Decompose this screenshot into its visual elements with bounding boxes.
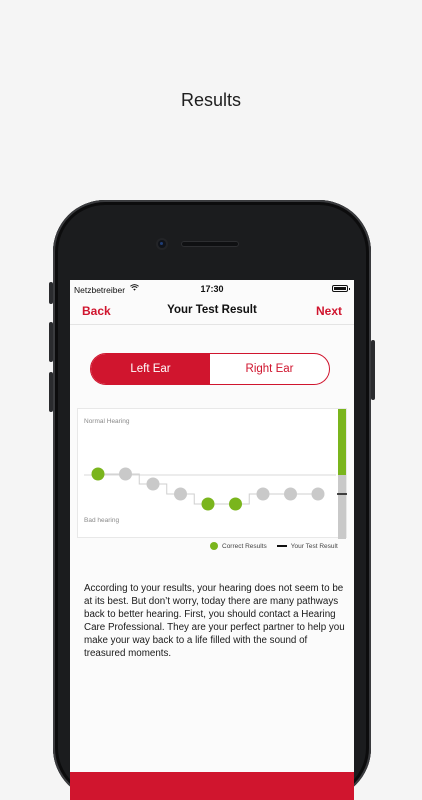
earpiece-speaker xyxy=(181,241,239,247)
chart-legend: Correct Results Your Test Result xyxy=(210,542,338,550)
result-point-6 xyxy=(229,497,242,511)
result-point-3 xyxy=(146,477,160,491)
page-caption: Results xyxy=(180,90,242,110)
front-camera-icon xyxy=(158,240,166,248)
your-result-line-icon xyxy=(276,545,287,547)
power-button xyxy=(371,340,375,400)
bottom-action-bar[interactable] xyxy=(70,772,354,800)
bad-hearing-label: Bad hearing xyxy=(84,517,119,524)
status-bar: Netzbetreiber 17:30 xyxy=(70,280,354,298)
ear-selector: Left Ear Right Ear xyxy=(90,353,330,385)
volume-up-button xyxy=(49,322,53,362)
battery-icon xyxy=(332,285,350,292)
page-title: Your Test Result xyxy=(167,304,257,316)
correct-results-dot-icon xyxy=(210,542,218,550)
normal-hearing-label: Normal Hearing xyxy=(84,418,130,425)
app-screen: Netzbetreiber 17:30 Back Your Test Resul… xyxy=(70,280,354,800)
result-point-7 xyxy=(256,487,270,501)
scale-bar-good xyxy=(338,409,346,475)
legend-correct-label: Correct Results xyxy=(222,542,267,550)
result-description: According to your results, your hearing … xyxy=(84,583,345,659)
result-point-4 xyxy=(174,487,187,501)
volume-down-button xyxy=(49,372,53,412)
status-time: 17:30 xyxy=(200,284,224,294)
result-point-1 xyxy=(91,467,105,481)
hearing-chart: Normal Hearing Bad hearing xyxy=(77,408,347,539)
tab-left-ear[interactable]: Left Ear xyxy=(91,354,210,384)
tab-right-ear[interactable]: Right Ear xyxy=(210,354,329,384)
result-point-8 xyxy=(284,487,297,501)
phone-frame: Netzbetreiber 17:30 Back Your Test Resul… xyxy=(49,200,375,800)
scale-bar-bad xyxy=(338,475,346,539)
result-point-5 xyxy=(201,497,215,511)
navigation-bar: Back Your Test Result Next xyxy=(70,298,354,325)
mute-switch xyxy=(49,282,53,304)
hearing-chart-plot: Normal Hearing Bad hearing xyxy=(84,409,347,539)
legend-result-label: Your Test Result xyxy=(290,542,338,550)
result-point-2 xyxy=(119,467,132,481)
result-point-9 xyxy=(311,487,325,501)
next-button[interactable]: Next xyxy=(316,304,342,318)
